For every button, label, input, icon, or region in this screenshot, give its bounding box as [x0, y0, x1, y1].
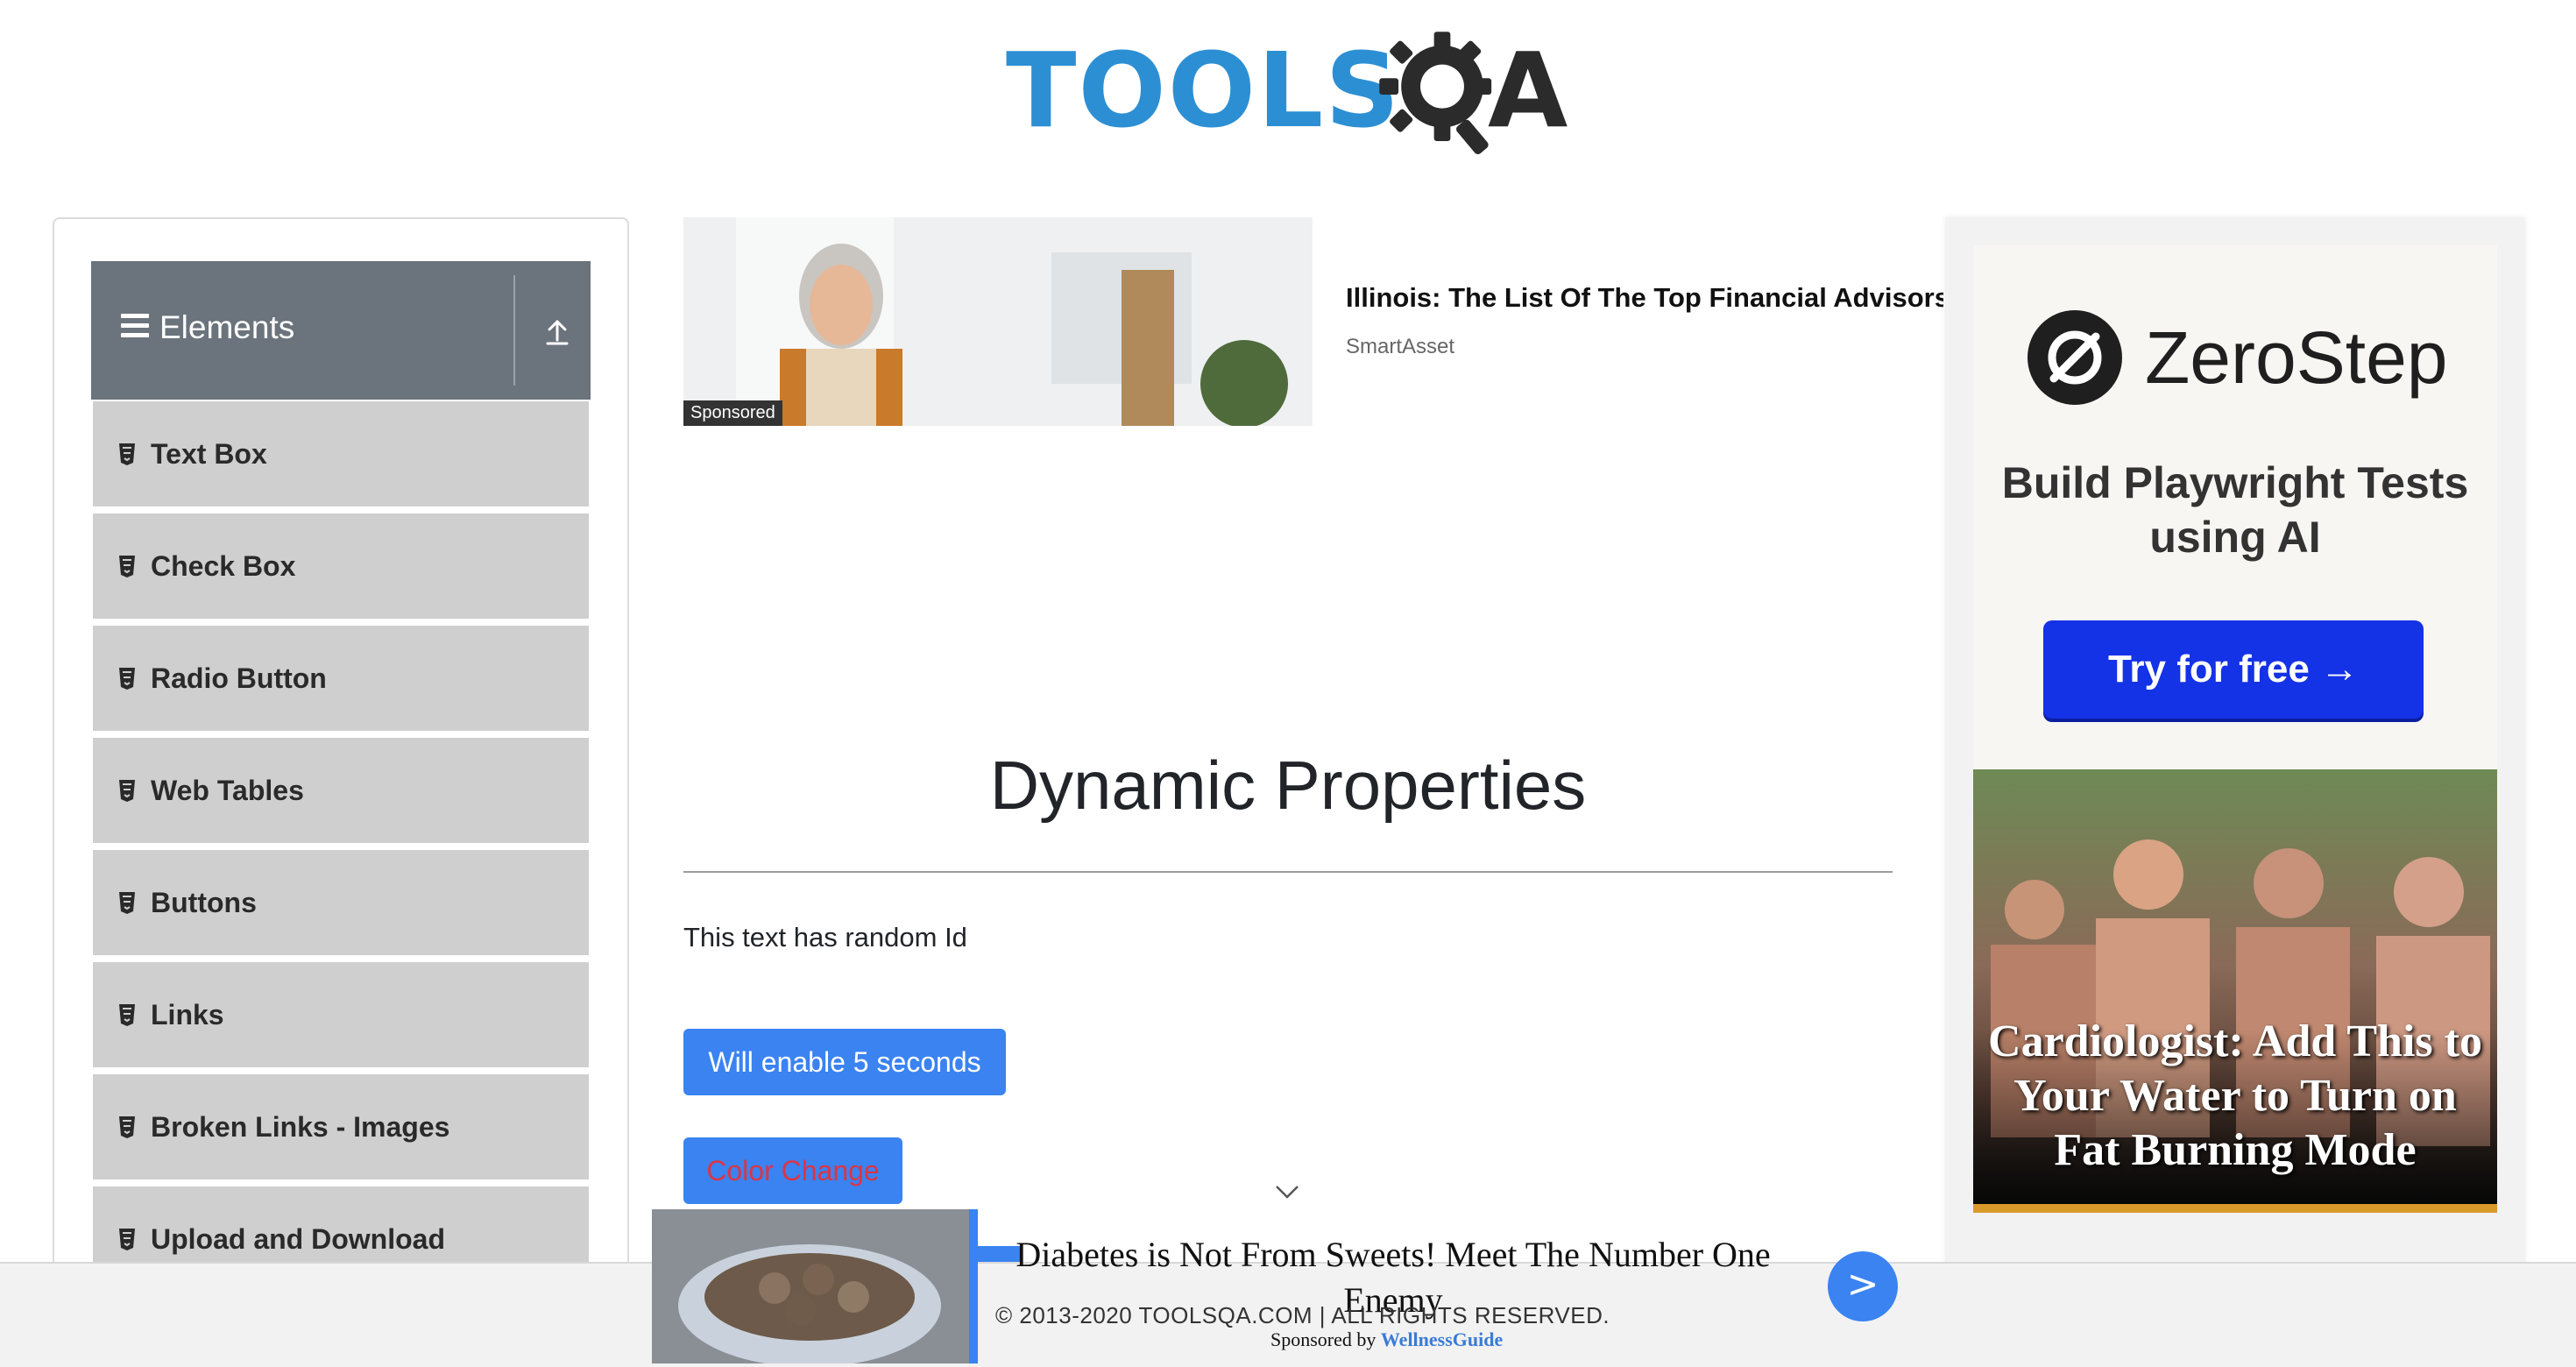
random-id-text: This text has random Id: [683, 922, 967, 953]
ad-accent: [969, 1209, 978, 1363]
html-file-icon: [119, 668, 135, 690]
zerostep-tagline: Build Playwright Tests using AI: [2001, 458, 2469, 562]
sponsored-by-prefix: Sponsored by: [1270, 1328, 1376, 1350]
cardio-ad-image[interactable]: Cardiologist: Add This to Your Water to …: [1973, 769, 2497, 1204]
ad-accent-bar: [1973, 1204, 2497, 1213]
enable-after-button[interactable]: Will enable 5 seconds: [683, 1029, 1006, 1095]
upload-arrow-icon[interactable]: [540, 314, 575, 349]
chevron-down-icon[interactable]: [1274, 1183, 1300, 1201]
sidebar-item-label: Radio Button: [151, 662, 327, 694]
sponsored-by[interactable]: Sponsored by WellnessGuide: [1270, 1328, 1503, 1351]
title-divider: [683, 871, 1893, 873]
cardio-headline: Cardiologist: Add This to Your Water to …: [1988, 1016, 2482, 1175]
left-sidebar: Elements Text Box Check Box Radio Button…: [53, 217, 629, 1367]
hamburger-icon: [121, 314, 149, 338]
try-for-free-button[interactable]: Try for free →: [2043, 620, 2424, 719]
bottom-ad-image[interactable]: [652, 1209, 969, 1363]
sidebar-item-label: Links: [151, 999, 224, 1031]
ad-photo: [683, 217, 1313, 426]
sidebar-item-buttons[interactable]: Buttons: [93, 850, 589, 957]
top-ad-source[interactable]: SmartAsset: [1346, 335, 1454, 359]
sidebar-item-web-tables[interactable]: Web Tables: [93, 738, 589, 845]
html-file-icon: [119, 780, 135, 802]
sidebar-item-links[interactable]: Links: [93, 962, 589, 1069]
color-change-button[interactable]: Color Change: [683, 1137, 902, 1204]
html-file-icon: [119, 556, 135, 577]
sidebar-item-radio-button[interactable]: Radio Button: [93, 626, 589, 733]
sidebar-item-label: Buttons: [151, 887, 257, 918]
sponsored-badge: Sponsored: [683, 400, 782, 426]
group-title: Elements: [159, 309, 295, 345]
top-ad-image[interactable]: Sponsored: [683, 217, 1313, 426]
html-file-icon: [119, 1004, 135, 1026]
sidebar-item-label: Check Box: [151, 550, 296, 582]
sidebar-item-label: Text Box: [151, 438, 267, 470]
toolsqa-logo[interactable]: TOOLS A: [1006, 26, 1575, 158]
top-ad-title[interactable]: Illinois: The List Of The Top Financial …: [1346, 282, 1943, 314]
logo-text-a: A: [1488, 30, 1568, 151]
zerostep-brand: ZeroStep: [2145, 316, 2448, 399]
sidebar-item-check-box[interactable]: Check Box: [93, 514, 589, 620]
sidebar-item-broken-links-images[interactable]: Broken Links - Images: [93, 1074, 589, 1181]
sidebar-item-label: Broken Links - Images: [151, 1111, 450, 1143]
html-file-icon: [119, 892, 135, 914]
page-title: Dynamic Properties: [989, 747, 1587, 824]
logo-text: TOOLS: [1006, 30, 1402, 151]
cashew-bowl-photo: [652, 1209, 969, 1363]
zerostep-logo-icon: [2028, 310, 2122, 405]
html-file-icon: [119, 1229, 135, 1250]
html-file-icon: [119, 1116, 135, 1138]
divider: [513, 275, 515, 386]
footer-copyright: © 2013-2020 TOOLSQA.COM | ALL RIGHTS RES…: [995, 1302, 1610, 1328]
sidebar-item-label: Upload and Download: [151, 1223, 445, 1255]
sponsor-name[interactable]: WellnessGuide: [1381, 1328, 1503, 1350]
next-arrow-button[interactable]: >: [1828, 1251, 1898, 1321]
right-ad[interactable]: ZeroStep Build Playwright Tests using AI…: [1945, 217, 2525, 1367]
sidebar-item-label: Web Tables: [151, 775, 304, 806]
sidebar-item-text-box[interactable]: Text Box: [93, 401, 589, 508]
elements-group-header[interactable]: Elements: [91, 261, 591, 400]
html-file-icon: [119, 443, 135, 465]
